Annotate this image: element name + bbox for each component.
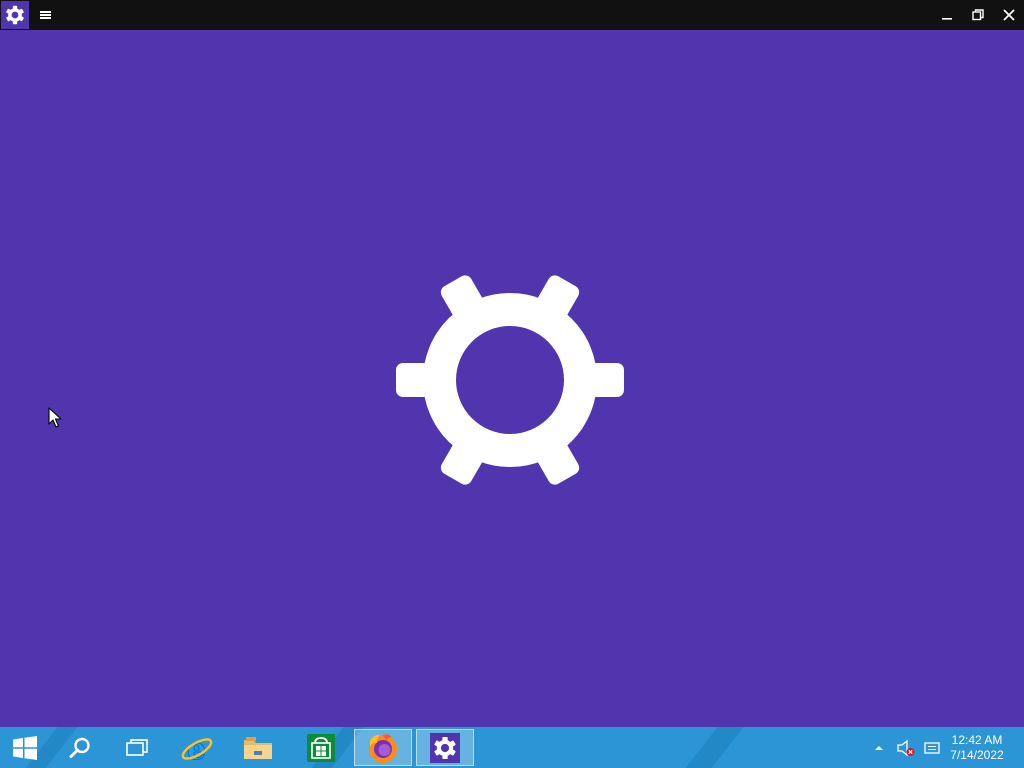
- close-button[interactable]: [993, 0, 1024, 30]
- firefox-button[interactable]: [354, 729, 412, 766]
- speaker-muted-icon: [897, 739, 915, 756]
- minimize-button[interactable]: [931, 0, 962, 30]
- windows-start-icon: [13, 735, 37, 760]
- store-button[interactable]: [297, 727, 345, 768]
- search-button[interactable]: [57, 727, 103, 768]
- file-explorer-icon: [244, 736, 272, 759]
- volume-button[interactable]: [894, 727, 918, 768]
- mouse-cursor-icon: [48, 407, 62, 428]
- file-explorer-button[interactable]: [234, 727, 282, 768]
- settings-gear-icon: [434, 736, 456, 759]
- restore-button[interactable]: [962, 0, 993, 30]
- show-hidden-icons-button[interactable]: [871, 727, 887, 768]
- store-icon: [307, 733, 335, 762]
- internet-explorer-button[interactable]: e: [173, 727, 221, 768]
- settings-splash-screen: [0, 30, 1024, 727]
- action-center-icon: [924, 741, 940, 754]
- settings-button[interactable]: [416, 729, 474, 766]
- action-center-button[interactable]: [920, 727, 944, 768]
- taskbar: e 12:42 AM 7/14/2022: [0, 727, 1024, 768]
- chevron-up-icon: [875, 745, 883, 750]
- taskbar-clock[interactable]: 12:42 AM 7/14/2022: [947, 733, 1007, 763]
- minimize-icon: [941, 18, 952, 20]
- internet-explorer-icon: e: [181, 732, 213, 764]
- gear-icon: [396, 275, 624, 485]
- window-controls: [931, 0, 1024, 30]
- restore-icon: [971, 9, 984, 21]
- search-icon: [69, 737, 90, 758]
- firefox-icon: [369, 733, 397, 763]
- start-button[interactable]: [0, 727, 50, 768]
- clock-date: 7/14/2022: [950, 748, 1004, 762]
- task-view-icon: [126, 738, 148, 756]
- close-icon: [1002, 9, 1015, 21]
- clock-time: 12:42 AM: [951, 733, 1003, 747]
- hamburger-menu-icon[interactable]: [30, 0, 60, 30]
- app-gear-icon[interactable]: [1, 1, 29, 29]
- task-view-button[interactable]: [114, 727, 160, 768]
- window-title-bar: [0, 0, 1024, 30]
